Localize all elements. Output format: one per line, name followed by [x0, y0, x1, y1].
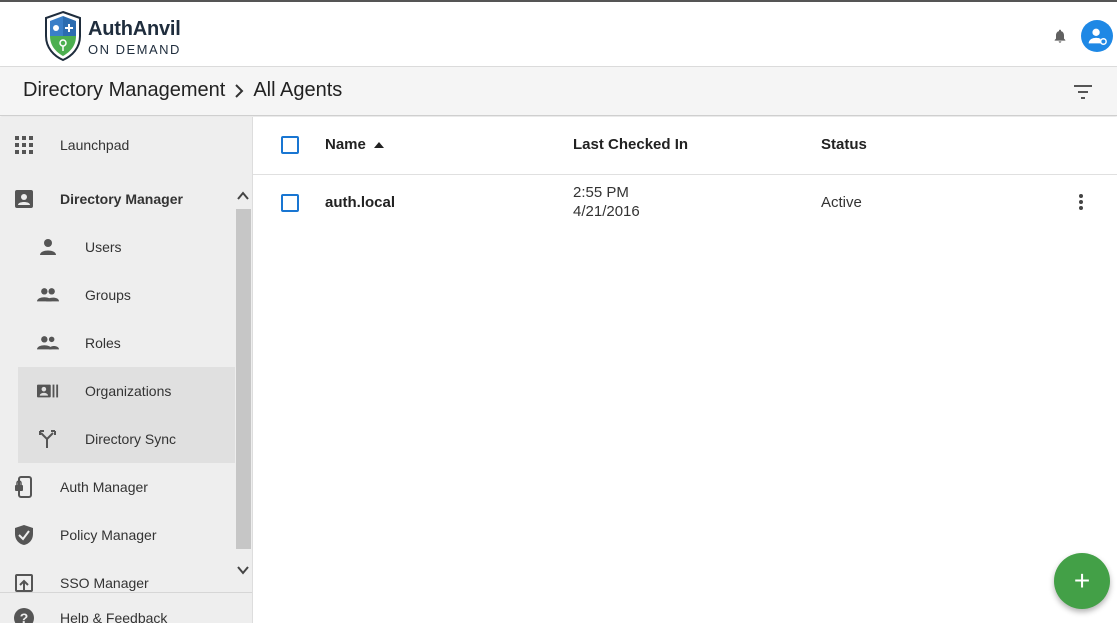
agents-table: Name Last Checked In Status auth.local 2… [253, 117, 1117, 623]
contact-card-icon [13, 188, 35, 210]
filter-icon[interactable] [1073, 84, 1093, 100]
top-bar: AuthAnvil ON DEMAND [0, 0, 1117, 67]
row-checkbox[interactable] [281, 194, 299, 212]
breadcrumb: Directory Management All Agents [23, 79, 342, 102]
sidebar-item-label: Help & Feedback [60, 610, 168, 623]
sidebar-scrollbar-thumb[interactable] [236, 209, 251, 549]
sidebar-item-directory-sync[interactable]: Directory Sync [0, 415, 235, 463]
brand-name: AuthAnvil [88, 18, 181, 40]
notifications-bell-icon[interactable] [1052, 28, 1068, 44]
phone-lock-icon [13, 476, 35, 498]
sidebar-item-label: Launchpad [60, 137, 130, 153]
chevron-right-icon [233, 83, 245, 99]
sidebar-item-label: Directory Sync [85, 431, 177, 447]
sidebar-item-label: Groups [85, 287, 131, 303]
sidebar-item-directory-manager[interactable]: Directory Manager [0, 175, 235, 223]
add-agent-button[interactable]: + [1054, 553, 1110, 609]
help-icon: ? [13, 607, 35, 623]
brand-subtitle: ON DEMAND [88, 42, 181, 57]
open-in-icon [13, 572, 35, 594]
user-avatar[interactable] [1081, 20, 1113, 52]
person-icon [37, 236, 59, 258]
last-checked-time: 2:55 PM [573, 184, 629, 201]
sidebar-item-users[interactable]: Users [0, 223, 235, 271]
shield-logo-icon [45, 10, 81, 62]
sidebar-item-label: Policy Manager [60, 527, 157, 543]
sidebar-item-label: Organizations [85, 383, 172, 399]
sidebar-item-auth-manager[interactable]: Auth Manager [0, 463, 235, 511]
column-header-name[interactable]: Name [325, 136, 384, 153]
shield-check-icon [13, 524, 35, 546]
sidebar-item-label: Roles [85, 335, 121, 351]
group-icon [37, 284, 59, 306]
chevron-up-icon[interactable] [236, 189, 250, 203]
sidebar-item-organizations[interactable]: Organizations [0, 367, 235, 415]
sidebar-item-groups[interactable]: Groups [0, 271, 235, 319]
breadcrumb-all-agents: All Agents [253, 79, 343, 101]
sort-ascending-icon [373, 141, 384, 148]
merge-arrow-icon [37, 428, 59, 450]
last-checked-date: 4/21/2016 [573, 203, 640, 220]
sidebar-item-launchpad[interactable]: Launchpad [0, 121, 235, 169]
chevron-down-icon[interactable] [236, 563, 250, 577]
sidebar-item-label: Directory Manager [60, 191, 183, 207]
column-header-status[interactable]: Status [821, 136, 867, 153]
sidebar-item-label: Auth Manager [60, 479, 148, 495]
app-logo[interactable]: AuthAnvil ON DEMAND [44, 10, 184, 62]
sidebar-item-help-feedback[interactable]: ? Help & Feedback [0, 593, 235, 623]
help-feedback-section: ? Help & Feedback [0, 592, 252, 623]
breadcrumb-directory-management[interactable]: Directory Management [23, 79, 225, 102]
breadcrumb-bar: Directory Management All Agents [0, 67, 1117, 116]
grid-icon [13, 134, 35, 156]
table-row[interactable]: auth.local 2:55 PM 4/21/2016 Active [253, 175, 1117, 231]
account-icon [1088, 28, 1107, 45]
organization-icon [37, 380, 59, 402]
sidebar-item-label: SSO Manager [60, 575, 149, 591]
sidebar-item-policy-manager[interactable]: Policy Manager [0, 511, 235, 559]
sidebar-item-label: Users [85, 239, 122, 255]
column-header-label: Name [325, 136, 366, 153]
svg-text:?: ? [20, 610, 29, 623]
table-header: Name Last Checked In Status [253, 117, 1117, 175]
sidebar: Launchpad Directory Manager Users Groups… [0, 117, 253, 623]
agent-name[interactable]: auth.local [325, 194, 395, 211]
sidebar-item-roles[interactable]: Roles [0, 319, 235, 367]
agent-status: Active [821, 194, 862, 211]
column-header-last-checked-in[interactable]: Last Checked In [573, 136, 688, 153]
roles-icon [37, 332, 59, 354]
select-all-checkbox[interactable] [281, 136, 299, 154]
more-vert-icon[interactable] [1077, 192, 1085, 212]
